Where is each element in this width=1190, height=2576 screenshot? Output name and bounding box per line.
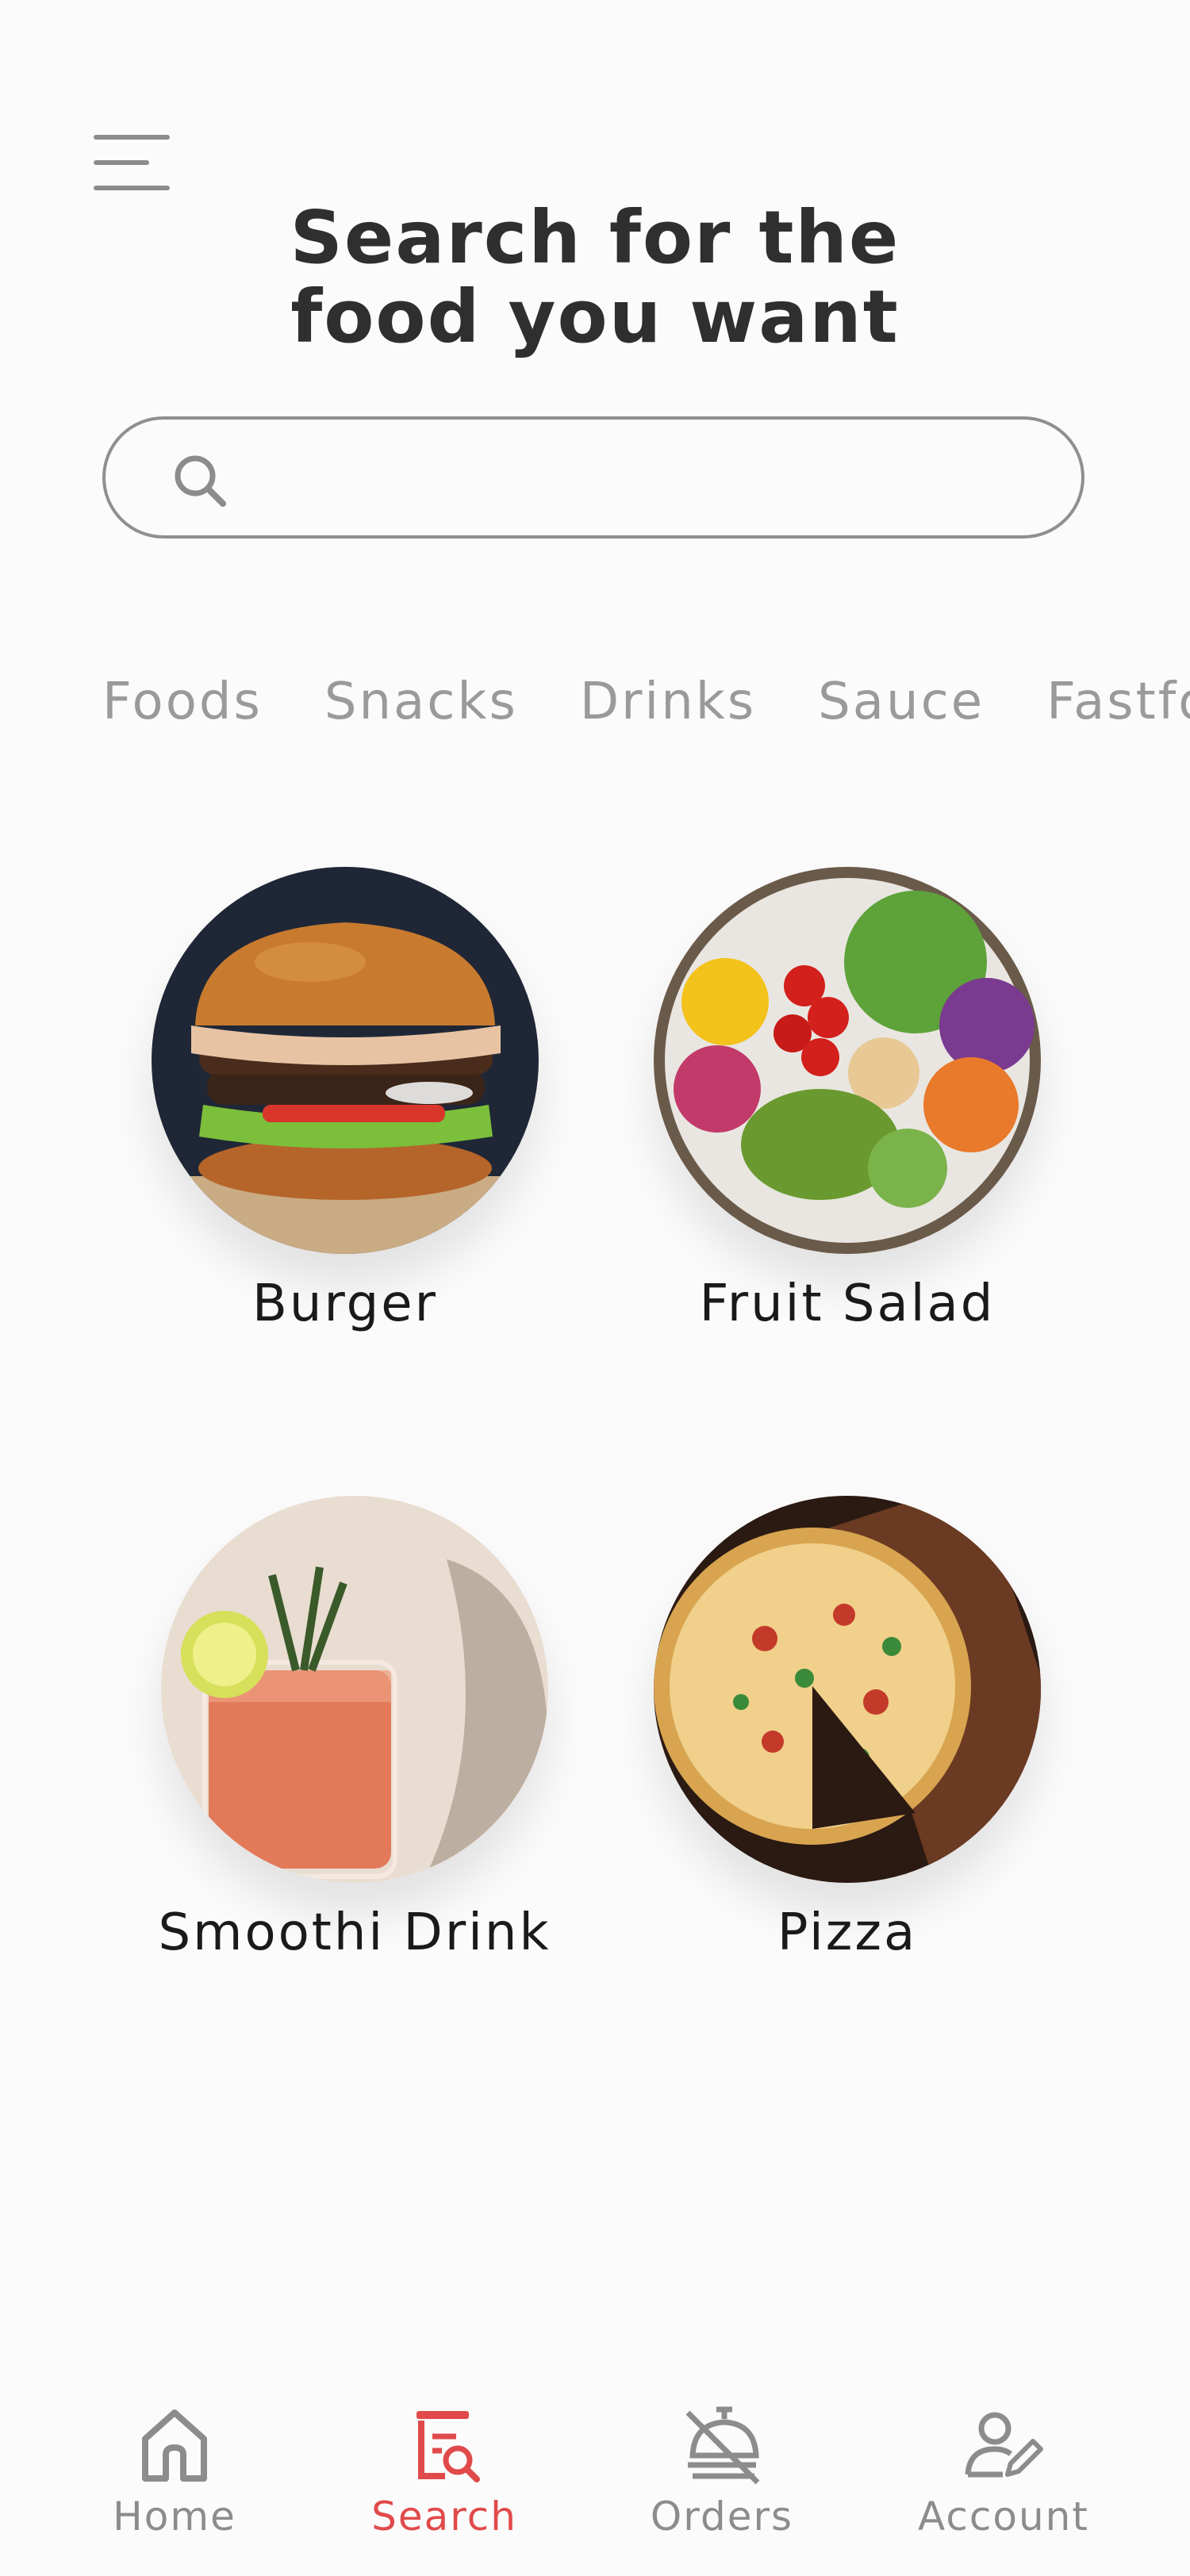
nav-home[interactable]: Home — [103, 2403, 246, 2540]
smoothi-drink-image — [161, 1496, 548, 1883]
nav-account[interactable]: Account — [912, 2403, 1095, 2540]
search-list-icon — [416, 2411, 480, 2482]
category-tab-drinks[interactable]: Drinks — [580, 673, 756, 736]
nav-search[interactable]: Search — [365, 2403, 524, 2540]
nav-orders[interactable]: Orders — [643, 2403, 801, 2540]
food-card-label: Pizza — [777, 1903, 918, 1962]
page-title: Search for the food you want — [0, 198, 1190, 357]
search-input[interactable] — [256, 435, 1053, 524]
food-card-label: Fruit Salad — [699, 1275, 996, 1333]
nav-account-label: Account — [918, 2494, 1089, 2540]
account-edit-icon — [965, 2412, 1043, 2478]
nav-orders-label: Orders — [650, 2494, 794, 2540]
home-icon — [142, 2409, 207, 2482]
title-line-1: Search for the — [290, 195, 900, 280]
food-card-smoothi-drink[interactable]: Smoothi Drink — [148, 1496, 561, 1962]
food-card-fruit-salad[interactable]: Fruit Salad — [641, 867, 1054, 1333]
food-card-pizza[interactable]: Pizza — [641, 1496, 1054, 1962]
category-tab-foods[interactable]: Foods — [102, 673, 263, 736]
nav-search-label: Search — [371, 2494, 517, 2540]
category-tab-fastfood[interactable]: Fastfood — [1046, 673, 1190, 736]
menu-bar — [94, 160, 149, 165]
food-card-burger[interactable]: Burger — [139, 867, 551, 1333]
bottom-navigation: Home Search Orders Account — [0, 2379, 1190, 2576]
hamburger-menu-icon[interactable] — [94, 135, 173, 190]
menu-bar — [94, 135, 170, 140]
search-bar[interactable] — [102, 416, 1084, 539]
food-card-label: Burger — [252, 1275, 438, 1333]
menu-bar — [94, 186, 170, 190]
orders-icon — [685, 2406, 760, 2485]
fruit-salad-image — [654, 867, 1041, 1254]
nav-home-label: Home — [113, 2494, 236, 2540]
burger-image — [152, 867, 539, 1254]
search-icon — [175, 455, 226, 507]
category-tab-sauce[interactable]: Sauce — [818, 673, 985, 736]
pizza-image — [654, 1496, 1041, 1883]
category-tab-snacks[interactable]: Snacks — [324, 673, 518, 736]
food-card-label: Smoothi Drink — [158, 1903, 551, 1962]
category-tabs: Foods Snacks Drinks Sauce Fastfood — [102, 673, 1190, 736]
title-line-2: food you want — [290, 274, 900, 359]
